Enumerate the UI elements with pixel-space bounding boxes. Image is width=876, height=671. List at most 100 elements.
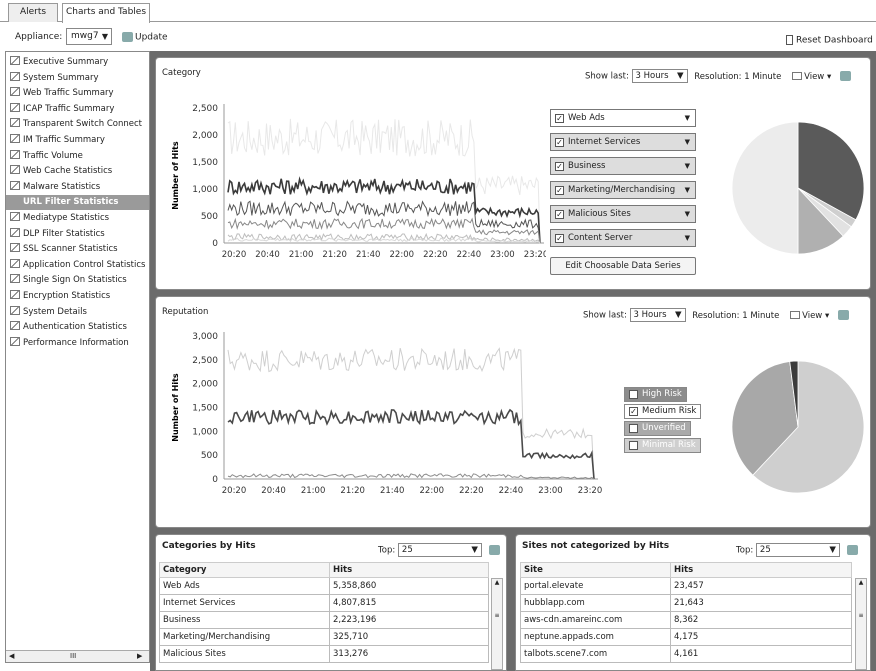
sidebar-item[interactable]: Web Cache Statistics (6, 164, 149, 179)
pie-slice (731, 121, 799, 255)
chart-icon (10, 258, 20, 268)
sidebar-item[interactable]: Traffic Volume (6, 149, 149, 164)
chart-icon (10, 321, 20, 331)
table-scrollbar[interactable]: ▲ ≡ (491, 578, 503, 670)
checkbox[interactable]: ✓ (629, 407, 638, 416)
sidebar-item[interactable]: ICAP Traffic Summary (6, 102, 149, 117)
sidebar-item[interactable]: Transparent Switch Connect (6, 117, 149, 132)
reputation-panel: Reputation Show last: 3 Hours ▼ Resolutio… (155, 296, 871, 528)
sidebar-item[interactable]: Encryption Statistics (6, 289, 149, 304)
top-select[interactable]: 25 ▼ (397, 543, 482, 557)
table-scrollbar[interactable]: ▲ ≡ (855, 578, 867, 670)
scroll-up-icon[interactable]: ▲ (856, 579, 866, 586)
series-label: Marketing/Merchandising (568, 185, 676, 195)
data-series-select[interactable]: ✓ Web Ads ▼ (550, 109, 696, 127)
sidebar-item[interactable]: URL Filter Statistics (6, 195, 149, 211)
data-series-select[interactable]: ✓ Internet Services ▼ (550, 133, 696, 151)
column-header[interactable]: Category (159, 562, 330, 578)
table-row[interactable]: neptune.appads.com 4,175 (520, 628, 852, 646)
tab-charts-and-tables[interactable]: Charts and Tables (62, 3, 150, 23)
view-menu[interactable]: View ▾ (792, 72, 831, 82)
refresh-icon[interactable] (488, 545, 500, 555)
tab-alerts[interactable]: Alerts (8, 3, 58, 22)
scroll-left-icon[interactable]: ◀ (9, 652, 14, 660)
legend-item[interactable]: ✓ Medium Risk (624, 404, 702, 419)
refresh-icon[interactable] (837, 310, 849, 320)
checkbox[interactable]: ✓ (555, 162, 564, 171)
sidebar-item[interactable]: Application Control Statistics (6, 258, 149, 273)
edit-choosable-data-series-button[interactable]: Edit Choosable Data Series (550, 257, 696, 275)
data-series-select[interactable]: ✓ Content Server ▼ (550, 229, 696, 247)
sidebar-item[interactable]: IM Traffic Summary (6, 133, 149, 148)
sidebar-item-label: Encryption Statistics (23, 291, 111, 301)
sidebar-item-label: Traffic Volume (23, 150, 83, 161)
view-menu[interactable]: View ▾ (790, 311, 829, 321)
update-button[interactable]: Update (122, 32, 168, 43)
sidebar-item[interactable]: Executive Summary (6, 55, 149, 70)
reset-dashboard-label: Reset Dashboard I (796, 35, 876, 46)
legend-label: Unverified (642, 423, 686, 433)
sidebar-item-label: Mediatype Statistics (23, 213, 110, 223)
sidebar-item[interactable]: Single Sign On Statistics (6, 273, 149, 288)
category-pie-chart (731, 121, 865, 255)
table-row[interactable]: Malicious Sites 313,276 (159, 645, 489, 663)
checkbox[interactable]: ✓ (629, 390, 638, 399)
appliance-select[interactable]: mwg7 ▼ (66, 28, 112, 45)
chart-icon (10, 149, 20, 159)
checkbox[interactable]: ✓ (629, 424, 638, 433)
sidebar-item[interactable]: Malware Statistics (6, 180, 149, 195)
x-tick-label: 22:20 (423, 250, 448, 260)
table-row[interactable]: portal.elevate 23,457 (520, 577, 852, 595)
checkbox[interactable]: ✓ (555, 210, 564, 219)
table-row[interactable]: Marketing/Merchandising 325,710 (159, 628, 489, 646)
refresh-icon[interactable] (839, 71, 851, 81)
sidebar-item[interactable]: Web Traffic Summary (6, 86, 149, 101)
column-header[interactable]: Hits (670, 562, 852, 578)
table-cell: 4,807,815 (329, 594, 489, 612)
sidebar-item[interactable]: DLP Filter Statistics (6, 227, 149, 242)
legend-item[interactable]: ✓ Minimal Risk (624, 438, 701, 453)
sidebar-item[interactable]: SSL Scanner Statistics (6, 242, 149, 257)
reputation-line-chart: Number of Hits 0 500 1,000 1,500 2,000 2,500 3,… (171, 332, 602, 496)
chart-icon (10, 118, 20, 128)
table-row[interactable]: Business 2,223,196 (159, 611, 489, 629)
top-select[interactable]: 25 ▼ (755, 543, 840, 557)
scroll-thumb[interactable]: ≡ (856, 612, 866, 619)
checkbox[interactable]: ✓ (629, 441, 638, 450)
table-row[interactable]: Internet Services 4,807,815 (159, 594, 489, 612)
series-label: Malicious Sites (568, 209, 631, 219)
legend-item[interactable]: ✓ High Risk (624, 387, 687, 402)
chevron-down-icon: ▼ (684, 186, 690, 194)
scroll-up-icon[interactable]: ▲ (492, 579, 502, 586)
chart-icon (10, 87, 20, 97)
column-header[interactable]: Site (520, 562, 671, 578)
refresh-icon (122, 32, 133, 42)
refresh-icon[interactable] (846, 545, 858, 555)
scroll-right-icon[interactable]: ▶ (137, 652, 142, 660)
chevron-down-icon: ▼ (677, 71, 684, 81)
column-header[interactable]: Hits (329, 562, 489, 578)
show-last-select[interactable]: 3 Hours ▼ (629, 308, 686, 322)
checkbox[interactable]: ✓ (555, 114, 564, 123)
table-row[interactable]: aws-cdn.amareinc.com 8,362 (520, 611, 852, 629)
scroll-thumb[interactable]: ≡ (492, 612, 502, 619)
sidebar-item[interactable]: Authentication Statistics (6, 320, 149, 335)
checkbox[interactable]: ✓ (555, 138, 564, 147)
sidebar-item[interactable]: Mediatype Statistics (6, 211, 149, 226)
checkbox[interactable]: ✓ (555, 186, 564, 195)
checkbox[interactable]: ✓ (555, 234, 564, 243)
sidebar-item[interactable]: Performance Information (6, 336, 149, 351)
sidebar-item[interactable]: System Summary (6, 71, 149, 86)
table-row[interactable]: hubblapp.com 21,643 (520, 594, 852, 612)
data-series-select[interactable]: ✓ Marketing/Merchandising ▼ (550, 181, 696, 199)
sidebar-scrollbar[interactable]: ◀ III ▶ (6, 650, 149, 662)
scroll-thumb[interactable]: III (70, 652, 76, 660)
table-row[interactable]: Web Ads 5,358,860 (159, 577, 489, 595)
table-row[interactable]: talbots.scene7.com 4,161 (520, 645, 852, 663)
show-last-select[interactable]: 3 Hours ▼ (631, 69, 688, 83)
sidebar-item[interactable]: System Details (6, 305, 149, 320)
legend-item[interactable]: ✓ Unverified (624, 421, 691, 436)
data-series-select[interactable]: ✓ Malicious Sites ▼ (550, 205, 696, 223)
reset-dashboard-button[interactable]: Reset Dashboard I (786, 35, 876, 46)
data-series-select[interactable]: ✓ Business ▼ (550, 157, 696, 175)
